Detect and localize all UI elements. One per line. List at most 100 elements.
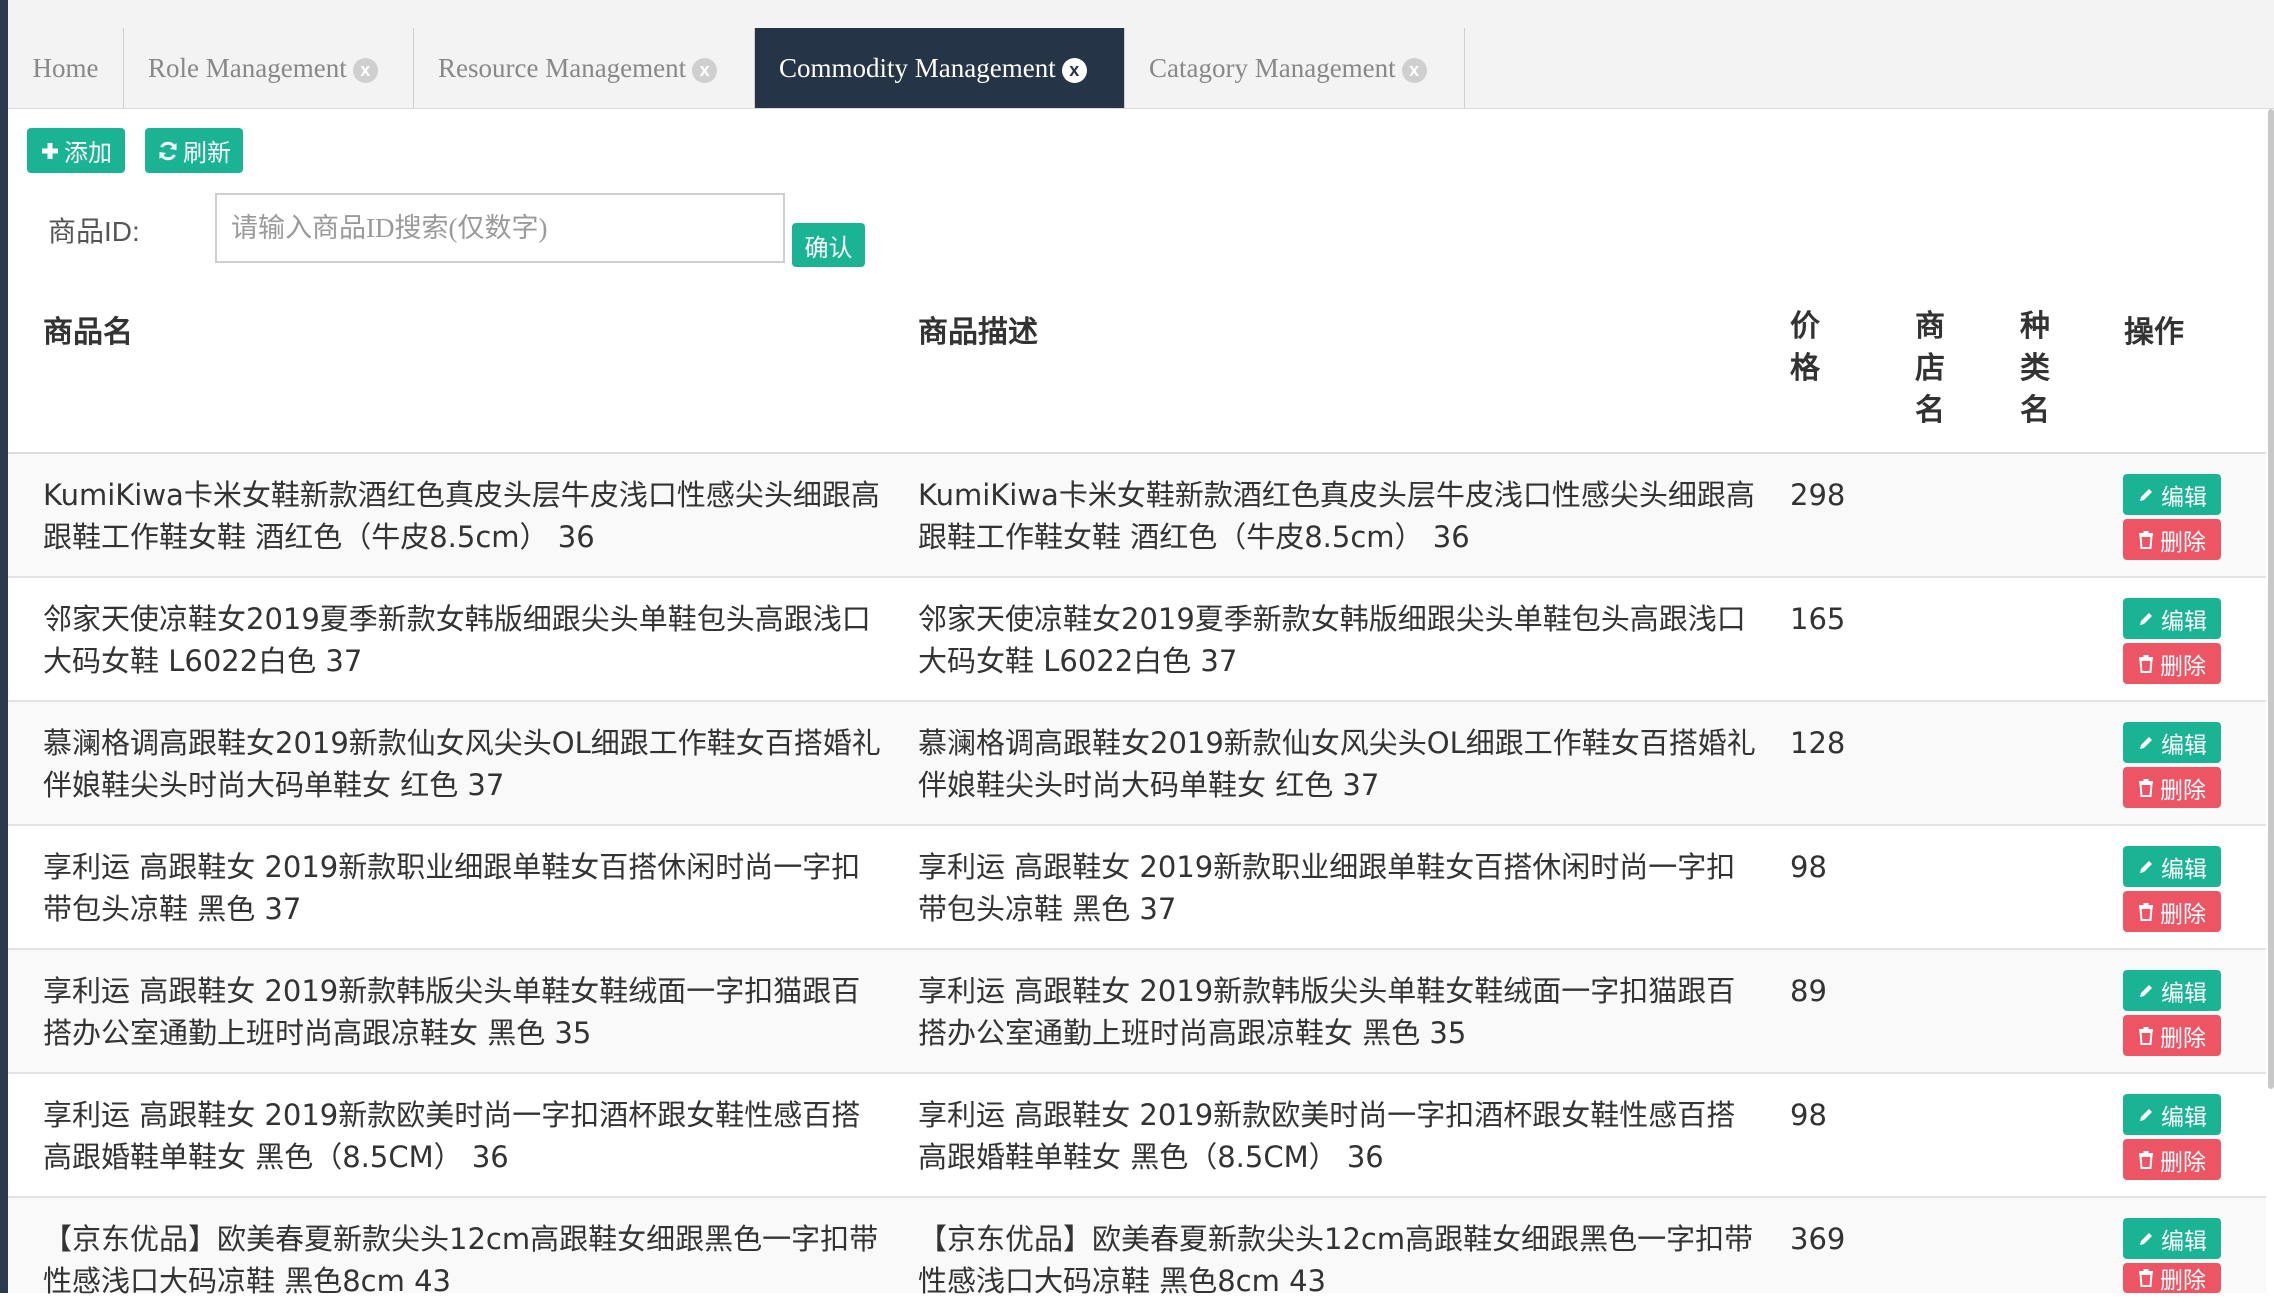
close-icon[interactable]: x (1061, 57, 1087, 83)
trash-icon (2139, 1150, 2153, 1169)
edit-label: 编辑 (2161, 855, 2207, 882)
trash-icon (2139, 1269, 2153, 1287)
delete-button[interactable]: 删除 (2123, 519, 2221, 560)
trash-icon (2139, 530, 2153, 549)
col-header-actions: 操作 (2124, 315, 2184, 350)
tab-role-management[interactable]: Role Management x (124, 28, 414, 108)
edit-label: 编辑 (2161, 483, 2207, 510)
commodity-desc: 【京东优品】欧美春夏新款尖头12cm高跟鞋女细跟黑色一字扣带性感浅口大码凉鞋 黑… (918, 1222, 1754, 1298)
close-icon[interactable]: x (1401, 57, 1427, 83)
table-row: 邻家天使凉鞋女2019夏季新款女韩版细跟尖头单鞋包头高跟浅口大码女鞋 L6022… (8, 578, 2266, 702)
commodity-price: 369 (1790, 1222, 1846, 1256)
close-icon[interactable]: x (352, 57, 378, 83)
col-header-price: 价格 (1790, 309, 1820, 386)
pencil-icon (2140, 860, 2152, 873)
add-button[interactable]: 添加 (27, 128, 125, 173)
top-strip (8, 0, 2274, 29)
commodity-desc: 享利运 高跟鞋女 2019新款韩版尖头单鞋女鞋绒面一字扣猫跟百搭办公室通勤上班时… (918, 974, 1736, 1050)
plus-icon (42, 142, 58, 159)
add-label: 添加 (64, 140, 112, 167)
edit-label: 编辑 (2161, 1103, 2207, 1130)
delete-button[interactable]: 删除 (2123, 891, 2221, 932)
tab-label: Commodity Management (779, 52, 1056, 83)
commodity-id-label: 商品ID: (48, 216, 140, 247)
table-row: 【京东优品】欧美春夏新款尖头12cm高跟鞋女细跟黑色一字扣带性感浅口大码凉鞋 黑… (8, 1198, 2266, 1298)
pencil-icon (2140, 612, 2152, 625)
delete-label: 删除 (2160, 900, 2206, 927)
commodity-name: 享利运 高跟鞋女 2019新款欧美时尚一字扣酒杯跟女鞋性感百搭高跟婚鞋单鞋女 黑… (43, 1098, 861, 1174)
tab-label: Resource Management (438, 52, 687, 83)
edit-button[interactable]: 编辑 (2123, 970, 2221, 1011)
delete-button[interactable]: 删除 (2123, 767, 2221, 808)
edit-button[interactable]: 编辑 (2123, 722, 2221, 763)
tab-label: Catagory Management (1149, 52, 1396, 83)
commodity-desc: 享利运 高跟鞋女 2019新款职业细跟单鞋女百搭休闲时尚一字扣带包头凉鞋 黑色 … (918, 850, 1736, 926)
trash-icon (2139, 902, 2153, 921)
commodity-name: 享利运 高跟鞋女 2019新款韩版尖头单鞋女鞋绒面一字扣猫跟百搭办公室通勤上班时… (43, 974, 861, 1050)
commodity-price: 98 (1790, 850, 1827, 884)
refresh-icon (159, 141, 177, 160)
commodity-price: 98 (1790, 1098, 1827, 1132)
table-row: 享利运 高跟鞋女 2019新款职业细跟单鞋女百搭休闲时尚一字扣带包头凉鞋 黑色 … (8, 826, 2266, 950)
tab-catagory-management[interactable]: Catagory Management x (1125, 28, 1465, 108)
delete-label: 删除 (2160, 1024, 2206, 1051)
commodity-price: 165 (1790, 602, 1846, 636)
commodity-name: 慕澜格调高跟鞋女2019新款仙女风尖头OL细跟工作鞋女百搭婚礼伴娘鞋尖头时尚大码… (43, 726, 881, 802)
col-header-shop: 商店名 (1915, 309, 1945, 428)
pencil-icon (2140, 488, 2152, 501)
trash-icon (2139, 778, 2153, 797)
commodity-desc: 享利运 高跟鞋女 2019新款欧美时尚一字扣酒杯跟女鞋性感百搭高跟婚鞋单鞋女 黑… (918, 1098, 1736, 1174)
delete-button[interactable]: 删除 (2123, 1139, 2221, 1180)
tab-resource-management[interactable]: Resource Management x (414, 28, 755, 108)
delete-button[interactable]: 删除 (2123, 1015, 2221, 1056)
table-row: 享利运 高跟鞋女 2019新款欧美时尚一字扣酒杯跟女鞋性感百搭高跟婚鞋单鞋女 黑… (8, 1074, 2266, 1198)
commodity-price: 89 (1790, 974, 1827, 1008)
pencil-icon (2140, 1232, 2152, 1245)
table-row: KumiKiwa卡米女鞋新款酒红色真皮头层牛皮浅口性感尖头细跟高跟鞋工作鞋女鞋 … (8, 454, 2266, 578)
tab-label: Role Management (148, 52, 347, 83)
edit-button[interactable]: 编辑 (2123, 1218, 2221, 1259)
pencil-icon (2140, 1108, 2152, 1121)
table-row: 慕澜格调高跟鞋女2019新款仙女风尖头OL细跟工作鞋女百搭婚礼伴娘鞋尖头时尚大码… (8, 702, 2266, 826)
trash-icon (2139, 1026, 2153, 1045)
left-edge (0, 0, 8, 1293)
confirm-button[interactable]: 确认 (792, 223, 865, 267)
delete-label: 删除 (2160, 1267, 2206, 1293)
commodity-price: 128 (1790, 726, 1846, 760)
edit-button[interactable]: 编辑 (2123, 846, 2221, 887)
commodity-price: 298 (1790, 478, 1846, 512)
edit-button[interactable]: 编辑 (2123, 1094, 2221, 1135)
delete-button[interactable]: 删除 (2123, 643, 2221, 684)
scrollbar[interactable] (2268, 109, 2274, 1089)
refresh-label: 刷新 (183, 140, 231, 167)
tab-bar: Home Role Management x Resource Manageme… (8, 28, 2274, 109)
col-header-name: 商品名 (43, 315, 133, 350)
delete-label: 删除 (2160, 652, 2206, 679)
tab-label: Home (32, 52, 99, 83)
pencil-icon (2140, 984, 2152, 997)
col-header-category: 种类名 (2020, 309, 2050, 428)
edit-label: 编辑 (2161, 607, 2207, 634)
commodity-desc: 慕澜格调高跟鞋女2019新款仙女风尖头OL细跟工作鞋女百搭婚礼伴娘鞋尖头时尚大码… (918, 726, 1756, 802)
edit-label: 编辑 (2161, 979, 2207, 1006)
tab-commodity-management[interactable]: Commodity Management x (755, 28, 1125, 108)
edit-button[interactable]: 编辑 (2123, 598, 2221, 639)
refresh-button[interactable]: 刷新 (145, 128, 243, 173)
pencil-icon (2140, 736, 2152, 749)
commodity-name: 【京东优品】欧美春夏新款尖头12cm高跟鞋女细跟黑色一字扣带性感浅口大码凉鞋 黑… (43, 1222, 879, 1298)
commodity-desc: KumiKiwa卡米女鞋新款酒红色真皮头层牛皮浅口性感尖头细跟高跟鞋工作鞋女鞋 … (918, 478, 1755, 554)
commodity-name: 享利运 高跟鞋女 2019新款职业细跟单鞋女百搭休闲时尚一字扣带包头凉鞋 黑色 … (43, 850, 861, 926)
close-icon[interactable]: x (692, 57, 718, 83)
commodity-id-search-input[interactable] (215, 193, 785, 263)
edit-button[interactable]: 编辑 (2123, 474, 2221, 515)
edit-label: 编辑 (2161, 731, 2207, 758)
commodity-name: 邻家天使凉鞋女2019夏季新款女韩版细跟尖头单鞋包头高跟浅口大码女鞋 L6022… (43, 602, 871, 678)
delete-label: 删除 (2160, 528, 2206, 555)
commodity-desc: 邻家天使凉鞋女2019夏季新款女韩版细跟尖头单鞋包头高跟浅口大码女鞋 L6022… (918, 602, 1746, 678)
tab-home[interactable]: Home (8, 28, 124, 108)
delete-button[interactable]: 删除 (2123, 1263, 2221, 1293)
commodity-name: KumiKiwa卡米女鞋新款酒红色真皮头层牛皮浅口性感尖头细跟高跟鞋工作鞋女鞋 … (43, 478, 880, 554)
col-header-desc: 商品描述 (918, 315, 1038, 350)
delete-label: 删除 (2160, 1148, 2206, 1175)
edit-label: 编辑 (2161, 1227, 2207, 1254)
